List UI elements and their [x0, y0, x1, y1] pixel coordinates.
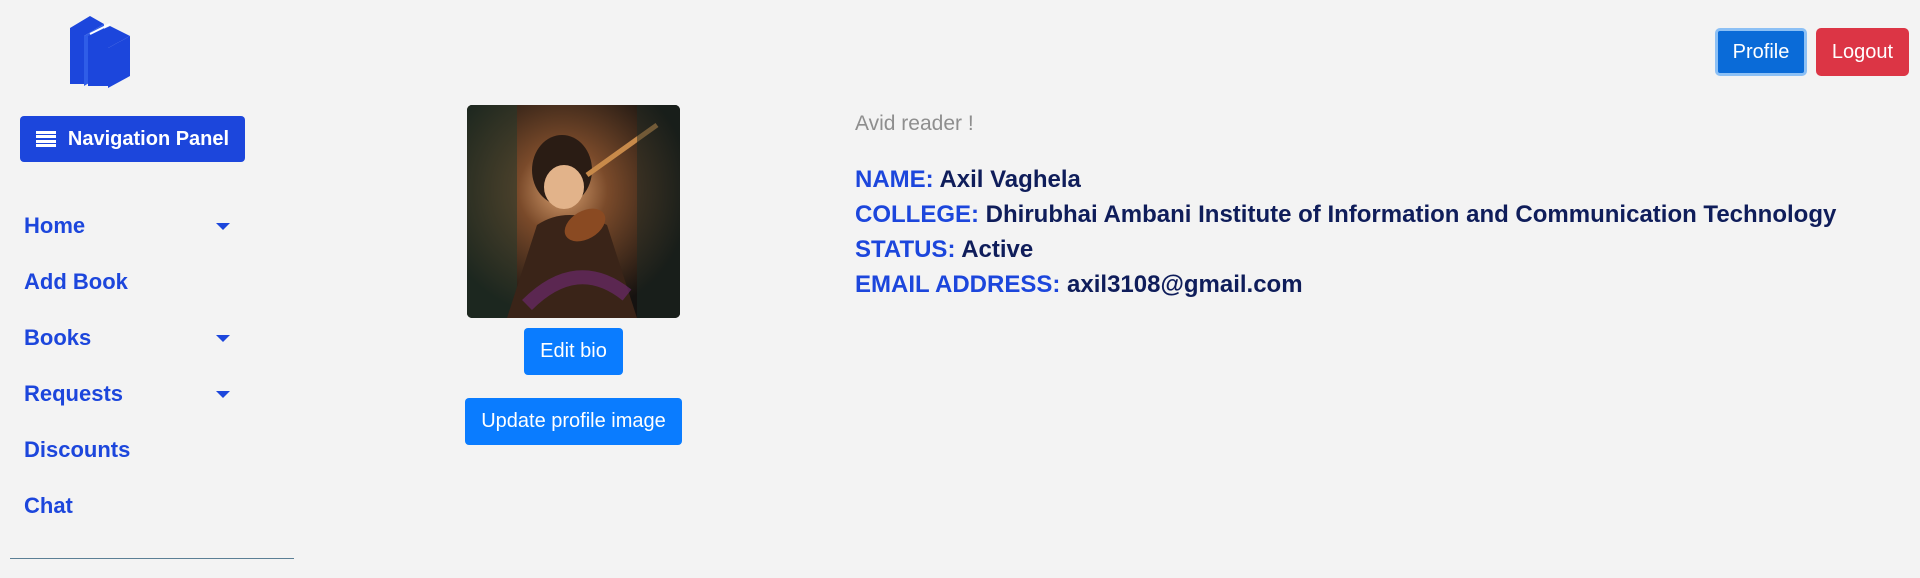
college-row: COLLEGE: Dhirubhai Ambani Institute of I…: [855, 197, 1865, 232]
name-value: Axil Vaghela: [939, 166, 1081, 193]
sidebar-item-requests[interactable]: Requests: [24, 366, 244, 422]
status-value: Active: [961, 236, 1034, 263]
caret-down-icon: [216, 390, 230, 398]
sidebar-item-discounts[interactable]: Discounts: [24, 422, 244, 478]
status-row: STATUS: Active: [855, 232, 1865, 267]
profile-info: NAME: Axil Vaghela COLLEGE: Dhirubhai Am…: [855, 162, 1865, 302]
sidebar-item-label: Requests: [24, 381, 124, 406]
navigation-panel-button[interactable]: Navigation Panel: [20, 116, 245, 162]
logout-button[interactable]: Logout: [1816, 28, 1909, 76]
college-value: Dhirubhai Ambani Institute of Informatio…: [985, 201, 1837, 228]
navigation-panel-label: Navigation Panel: [67, 127, 230, 150]
sidebar-item-label: Home: [24, 213, 86, 238]
status-label: STATUS:: [855, 236, 956, 263]
email-row: EMAIL ADDRESS: axil3108@gmail.com: [855, 267, 1865, 302]
profile-bio: Avid reader !: [855, 112, 974, 135]
email-label: EMAIL ADDRESS:: [855, 271, 1061, 298]
books-logo-icon: [66, 14, 134, 88]
sidebar-divider: [10, 558, 294, 559]
sidebar-item-label: Chat: [24, 493, 73, 518]
edit-bio-button[interactable]: Edit bio: [524, 328, 623, 375]
email-value: axil3108@gmail.com: [1067, 271, 1303, 298]
name-row: NAME: Axil Vaghela: [855, 162, 1865, 197]
sidebar-nav: Home Add Book Books Requests Discounts C…: [24, 198, 244, 534]
update-profile-image-button[interactable]: Update profile image: [465, 398, 682, 445]
sidebar-item-home[interactable]: Home: [24, 198, 244, 254]
caret-down-icon: [216, 222, 230, 230]
caret-down-icon: [216, 334, 230, 342]
sidebar-item-chat[interactable]: Chat: [24, 478, 244, 534]
menu-icon: [35, 131, 56, 147]
sidebar-item-add-book[interactable]: Add Book: [24, 254, 244, 310]
sidebar-item-label: Books: [24, 325, 92, 350]
name-label: NAME:: [855, 166, 934, 193]
college-label: COLLEGE:: [855, 201, 979, 228]
profile-image: [467, 105, 680, 318]
sidebar-item-label: Add Book: [24, 269, 128, 294]
profile-button[interactable]: Profile: [1715, 28, 1807, 76]
sidebar-item-books[interactable]: Books: [24, 310, 244, 366]
sidebar-item-label: Discounts: [24, 437, 131, 462]
